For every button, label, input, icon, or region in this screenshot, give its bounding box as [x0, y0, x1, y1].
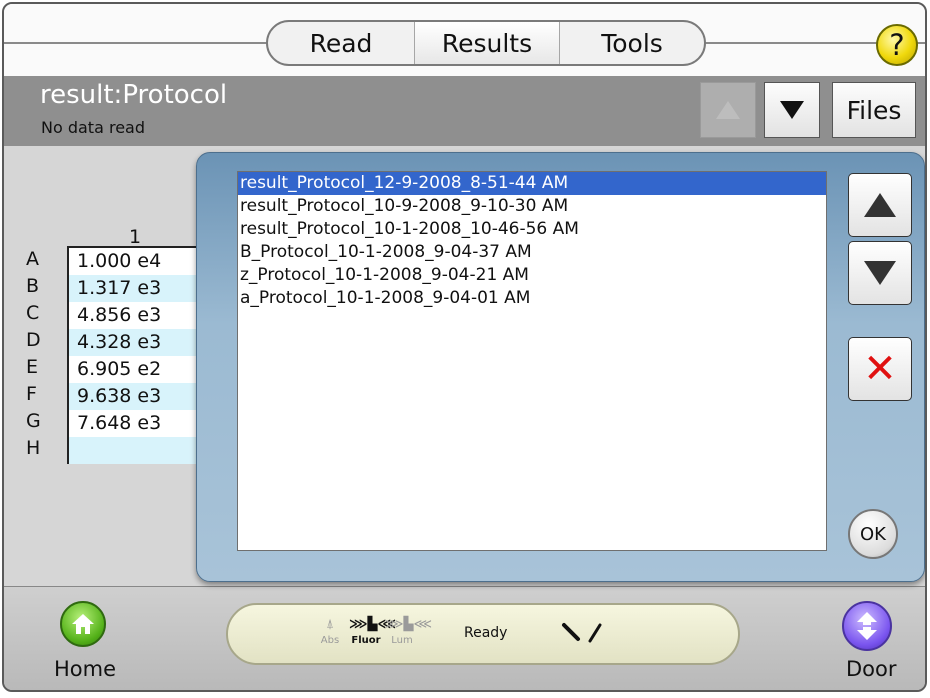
- page-title: result:Protocol: [40, 80, 228, 110]
- file-list-item[interactable]: result_Protocol_12-9-2008_8-51-44 AM: [238, 172, 826, 195]
- result-cell[interactable]: 6.905 e2: [69, 356, 197, 383]
- next-result-button[interactable]: [764, 82, 820, 138]
- abs-icon: ⍋: [326, 617, 334, 632]
- row-label: D: [26, 329, 41, 351]
- row-label: H: [26, 437, 41, 459]
- door-label: Door: [846, 657, 897, 681]
- row-label: A: [26, 248, 39, 270]
- home-label: Home: [54, 657, 117, 681]
- scroll-down-button[interactable]: [848, 241, 912, 305]
- result-cell[interactable]: 7.648 e3: [69, 410, 197, 437]
- arrow-down-icon: [864, 261, 896, 285]
- tab-results[interactable]: Results: [414, 22, 560, 64]
- result-cell[interactable]: 4.328 e3: [69, 329, 197, 356]
- door-arrows-icon: [857, 612, 877, 640]
- instrument-status: Ready: [464, 625, 508, 641]
- fluor-mode: ⋙▙⋘ Fluor: [349, 617, 396, 647]
- fluor-label: Fluor: [351, 635, 381, 646]
- file-list-item[interactable]: a_Protocol_10-1-2008_9-04-01 AM: [238, 287, 826, 310]
- needle-icon: [562, 623, 602, 643]
- home-button[interactable]: [60, 601, 106, 647]
- file-list-item[interactable]: z_Protocol_10-1-2008_9-04-21 AM: [238, 264, 826, 287]
- status-panel: ⍋ Abs ⋙▙⋘ Fluor ⋙▙⋘ Lum Ready: [226, 603, 740, 665]
- door-button[interactable]: [842, 601, 892, 651]
- files-button[interactable]: Files: [832, 82, 916, 138]
- row-label: C: [26, 302, 40, 324]
- delete-file-button[interactable]: ✕: [848, 337, 912, 401]
- file-list-item[interactable]: result_Protocol_10-1-2008_10-46-56 AM: [238, 218, 826, 241]
- file-list-item[interactable]: result_Protocol_10-9-2008_9-10-30 AM: [238, 195, 826, 218]
- row-label: G: [26, 410, 41, 432]
- file-list[interactable]: result_Protocol_12-9-2008_8-51-44 AM res…: [237, 171, 827, 551]
- result-cell[interactable]: 1.317 e3: [69, 275, 197, 302]
- row-labels: A B C D E F G H: [26, 246, 66, 462]
- tab-read[interactable]: Read: [268, 22, 414, 64]
- top-bar: Read Results Tools ?: [4, 4, 925, 76]
- delete-x-icon: ✕: [863, 346, 897, 392]
- results-header: result:Protocol No data read Files: [4, 76, 925, 146]
- instrument-screen: Read Results Tools ? result:Protocol No …: [2, 2, 927, 692]
- arrow-up-icon: [716, 101, 740, 119]
- previous-result-button[interactable]: [700, 82, 756, 138]
- result-cell[interactable]: 4.856 e3: [69, 302, 197, 329]
- row-label: B: [26, 275, 40, 297]
- lum-label: Lum: [391, 635, 413, 646]
- row-label: F: [26, 383, 37, 405]
- data-status-text: No data read: [41, 118, 145, 137]
- lum-mode: ⋙▙⋘ Lum: [385, 617, 432, 647]
- fluor-icon: ⋙▙⋘: [349, 617, 396, 632]
- scroll-up-button[interactable]: [848, 173, 912, 237]
- read-mode-indicators: ⍋ Abs ⋙▙⋘ Fluor ⋙▙⋘ Lum: [313, 617, 432, 653]
- column-header: 1: [129, 226, 142, 248]
- result-cell[interactable]: [69, 437, 197, 464]
- arrow-down-icon: [780, 101, 804, 119]
- home-icon: [72, 614, 94, 634]
- ok-button[interactable]: OK: [848, 509, 898, 559]
- arrow-up-icon: [864, 193, 896, 217]
- file-list-item[interactable]: B_Protocol_10-1-2008_9-04-37 AM: [238, 241, 826, 264]
- result-cell[interactable]: 9.638 e3: [69, 383, 197, 410]
- abs-mode: ⍋ Abs: [313, 617, 347, 647]
- tab-group: Read Results Tools: [266, 20, 706, 66]
- app-frame: Read Results Tools ? result:Protocol No …: [0, 0, 930, 698]
- file-browser-dialog: result_Protocol_12-9-2008_8-51-44 AM res…: [196, 152, 925, 582]
- help-icon: ?: [889, 28, 905, 62]
- lum-icon: ⋙▙⋘: [385, 617, 432, 632]
- help-button[interactable]: ?: [876, 24, 918, 66]
- abs-label: Abs: [320, 635, 340, 646]
- row-label: E: [26, 356, 39, 378]
- result-column: 1.000 e4 1.317 e3 4.856 e3 4.328 e3 6.90…: [67, 246, 197, 464]
- tab-tools[interactable]: Tools: [560, 22, 704, 64]
- result-cell[interactable]: 1.000 e4: [69, 248, 197, 275]
- bottom-bar: Home ⍋ Abs ⋙▙⋘ Fluor ⋙▙⋘ Lum Ready Door: [4, 586, 925, 690]
